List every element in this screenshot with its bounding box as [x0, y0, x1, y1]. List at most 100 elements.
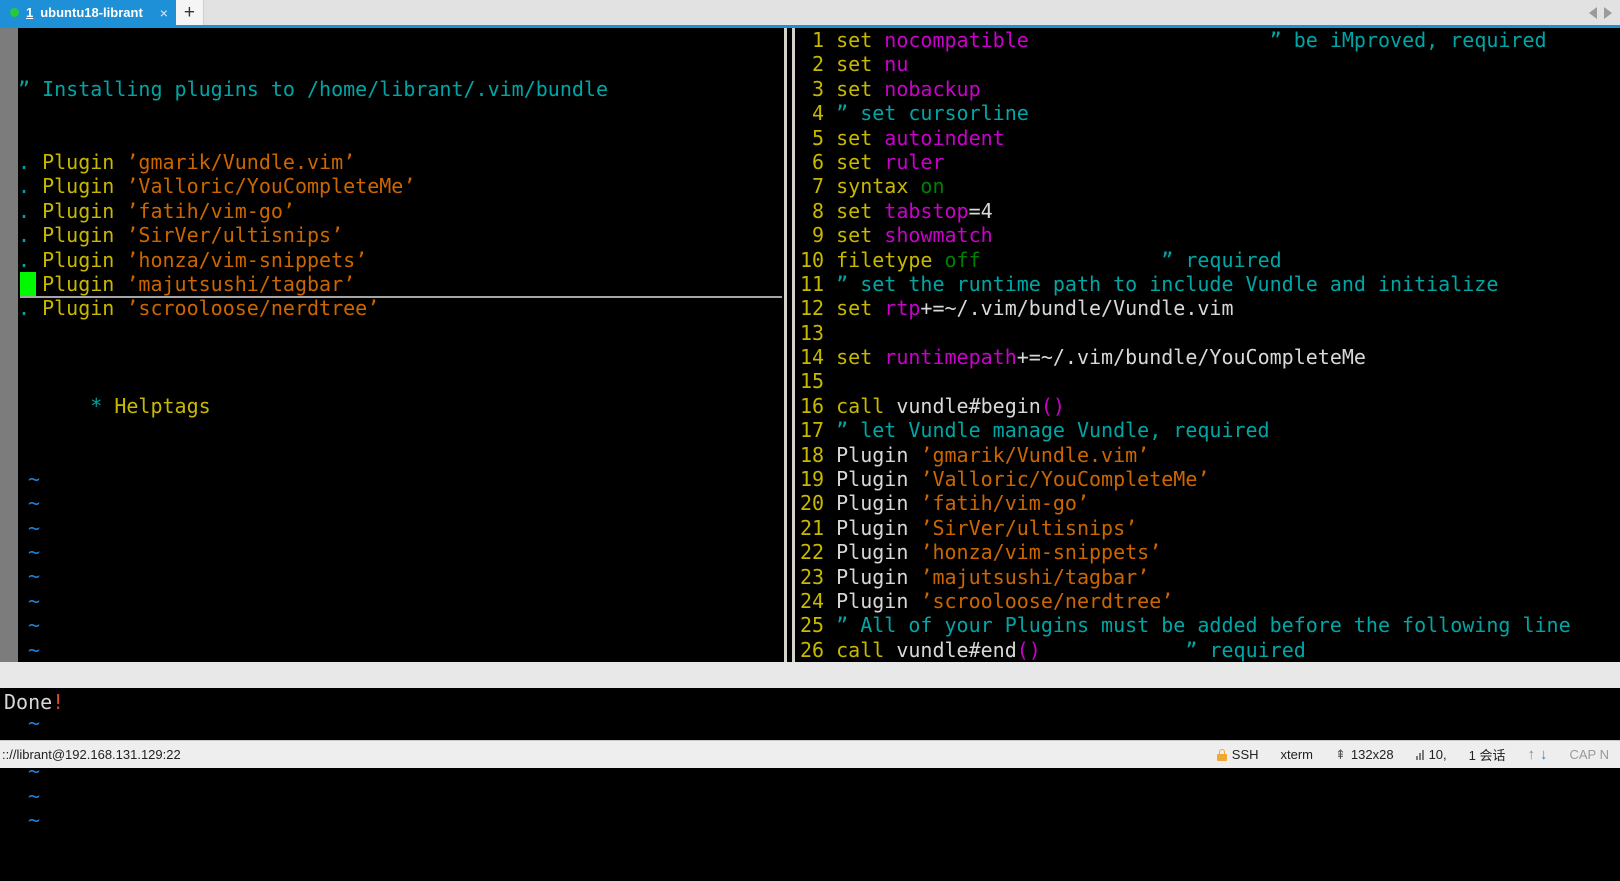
close-icon[interactable]: × [160, 6, 168, 20]
plugin-row: . Plugin ’majutsushi/tagbar’ [18, 272, 782, 296]
new-tab-button[interactable]: + [176, 0, 204, 25]
vimrc-line: 26 call vundle#end() ” required [800, 638, 1620, 662]
latency-indicator[interactable]: 10, [1405, 747, 1458, 762]
latency-label: 10, [1429, 747, 1447, 762]
code-token: ’SirVer/ultisnips’ [920, 516, 1137, 540]
empty-line-marker: ~ [18, 784, 782, 808]
line-number: 14 [800, 345, 836, 369]
helptags-row: * Helptags [18, 370, 782, 394]
plugin-name: ’majutsushi/tagbar’ [126, 272, 355, 296]
code-token: +=~/.vim/bundle/YouCompleteMe [1017, 345, 1366, 369]
code-token: nocompatible [884, 28, 1029, 52]
terminal-size-label: 132x28 [1351, 747, 1394, 762]
protocol-label: SSH [1232, 747, 1259, 762]
code-token: vundle#end [896, 638, 1016, 662]
helptags-label: Helptags [114, 394, 210, 418]
vimrc-editor-pane[interactable]: 1 set nocompatible ” be iMproved, requir… [800, 28, 1620, 662]
transfer-indicators: ↑ ↓ [1517, 746, 1559, 763]
code-token: +=~/.vim/bundle/Vundle.vim [920, 296, 1233, 320]
plugin-keyword: Plugin [30, 248, 126, 272]
plugin-row: . Plugin ’SirVer/ultisnips’ [18, 223, 782, 247]
code-token: ” set the runtime path to include Vundle… [836, 272, 1498, 296]
code-token: ’scrooloose/nerdtree’ [920, 589, 1173, 613]
code-token: rtp [884, 296, 920, 320]
chevron-left-icon[interactable] [1589, 7, 1597, 19]
code-token: ” All of your Plugins must be added befo… [836, 613, 1571, 637]
plugin-bullet: . [18, 296, 30, 320]
code-token: tabstop [884, 199, 968, 223]
vimrc-line: 16 call vundle#begin() [800, 394, 1620, 418]
code-token: Plugin [836, 589, 920, 613]
plugin-name: ’gmarik/Vundle.vim’ [126, 150, 355, 174]
code-token: nu [884, 52, 908, 76]
empty-line-marker: ~ [18, 613, 782, 637]
code-token: set [836, 126, 884, 150]
vimrc-line: 5 set autoindent [800, 126, 1620, 150]
code-token: set [836, 150, 884, 174]
line-number: 19 [800, 467, 836, 491]
plugin-keyword: Plugin [30, 174, 126, 198]
code-token: filetype [836, 248, 944, 272]
terminal-type-indicator[interactable]: xterm [1270, 747, 1325, 762]
vimrc-line: 25 ” All of your Plugins must be added b… [800, 613, 1620, 637]
plugin-bullet: . [18, 223, 30, 247]
line-number: 12 [800, 296, 836, 320]
line-number: 11 [800, 272, 836, 296]
plugin-name: ’honza/vim-snippets’ [126, 248, 367, 272]
code-token: vundle#begin [896, 394, 1041, 418]
plugin-bullet: . [18, 248, 30, 272]
code-token: set [836, 199, 884, 223]
empty-line-markers: ~~~~~~~~~~~~~~~ [18, 443, 782, 833]
code-token: Plugin [836, 540, 920, 564]
vimrc-line: 3 set nobackup [800, 77, 1620, 101]
plugin-keyword: Plugin [30, 223, 126, 247]
session-count-indicator[interactable]: 1 会话 [1458, 745, 1517, 764]
vimrc-line: 7 syntax on [800, 174, 1620, 198]
plugin-name: ’Valloric/YouCompleteMe’ [126, 174, 415, 198]
terminal-scrollbar[interactable] [0, 28, 18, 662]
code-token: on [920, 174, 944, 198]
vimrc-line: 9 set showmatch [800, 223, 1620, 247]
terminal-size-indicator[interactable]: ⇞ 132x28 [1324, 747, 1405, 763]
plugin-keyword: Plugin [30, 272, 126, 296]
line-number: 5 [800, 126, 836, 150]
empty-line-marker: ~ [18, 589, 782, 613]
code-token: off [945, 248, 981, 272]
cmdline-bang: ! [52, 690, 64, 714]
cmdline-text: Done [4, 690, 52, 714]
tab-index: 1 [26, 5, 33, 20]
code-token: Plugin [836, 467, 920, 491]
vimrc-line: 10 filetype off ” required [800, 248, 1620, 272]
vimrc-line: 8 set tabstop=4 [800, 199, 1620, 223]
chevron-right-icon[interactable] [1604, 7, 1612, 19]
code-token: runtimepath [884, 345, 1016, 369]
preview-window-separator [20, 296, 782, 298]
vimrc-line: 20 Plugin ’fatih/vim-go’ [800, 491, 1620, 515]
code-token: ” let Vundle manage Vundle, required [836, 418, 1269, 442]
statusline-right: .vimrc 7,1 Top [790, 662, 1620, 688]
line-number: 4 [800, 101, 836, 125]
plugin-row: . Plugin ’gmarik/Vundle.vim’ [18, 150, 782, 174]
vim-command-line[interactable]: Done! [0, 688, 1620, 716]
terminal-area[interactable]: ” Installing plugins to /home/librant/.v… [0, 28, 1620, 740]
line-number: 9 [800, 223, 836, 247]
app-status-bar: :://librant@192.168.131.129:22 SSH xterm… [0, 740, 1620, 768]
line-number: 26 [800, 638, 836, 662]
line-number: 20 [800, 491, 836, 515]
code-token: autoindent [884, 126, 1004, 150]
tab-bar: 1 ubuntu18-librant × + [0, 0, 1620, 25]
statusline-left: [Vundle] Installer [Preview][RO] 10,0-1 … [0, 662, 790, 688]
vimrc-line: 18 Plugin ’gmarik/Vundle.vim’ [800, 443, 1620, 467]
line-number: 7 [800, 174, 836, 198]
plugin-row: . Plugin ’honza/vim-snippets’ [18, 248, 782, 272]
line-number: 21 [800, 516, 836, 540]
plugin-name: ’SirVer/ultisnips’ [126, 223, 343, 247]
vimrc-line: 12 set rtp+=~/.vim/bundle/Vundle.vim [800, 296, 1620, 320]
vundle-installer-pane[interactable]: ” Installing plugins to /home/librant/.v… [18, 28, 782, 662]
code-token: Plugin [836, 491, 920, 515]
line-number: 1 [800, 28, 836, 52]
code-token: set [836, 77, 884, 101]
tab-ubuntu18-librant[interactable]: 1 ubuntu18-librant × [0, 0, 176, 25]
resize-icon: ⇞ [1335, 747, 1346, 763]
protocol-indicator[interactable]: SSH [1206, 747, 1270, 762]
